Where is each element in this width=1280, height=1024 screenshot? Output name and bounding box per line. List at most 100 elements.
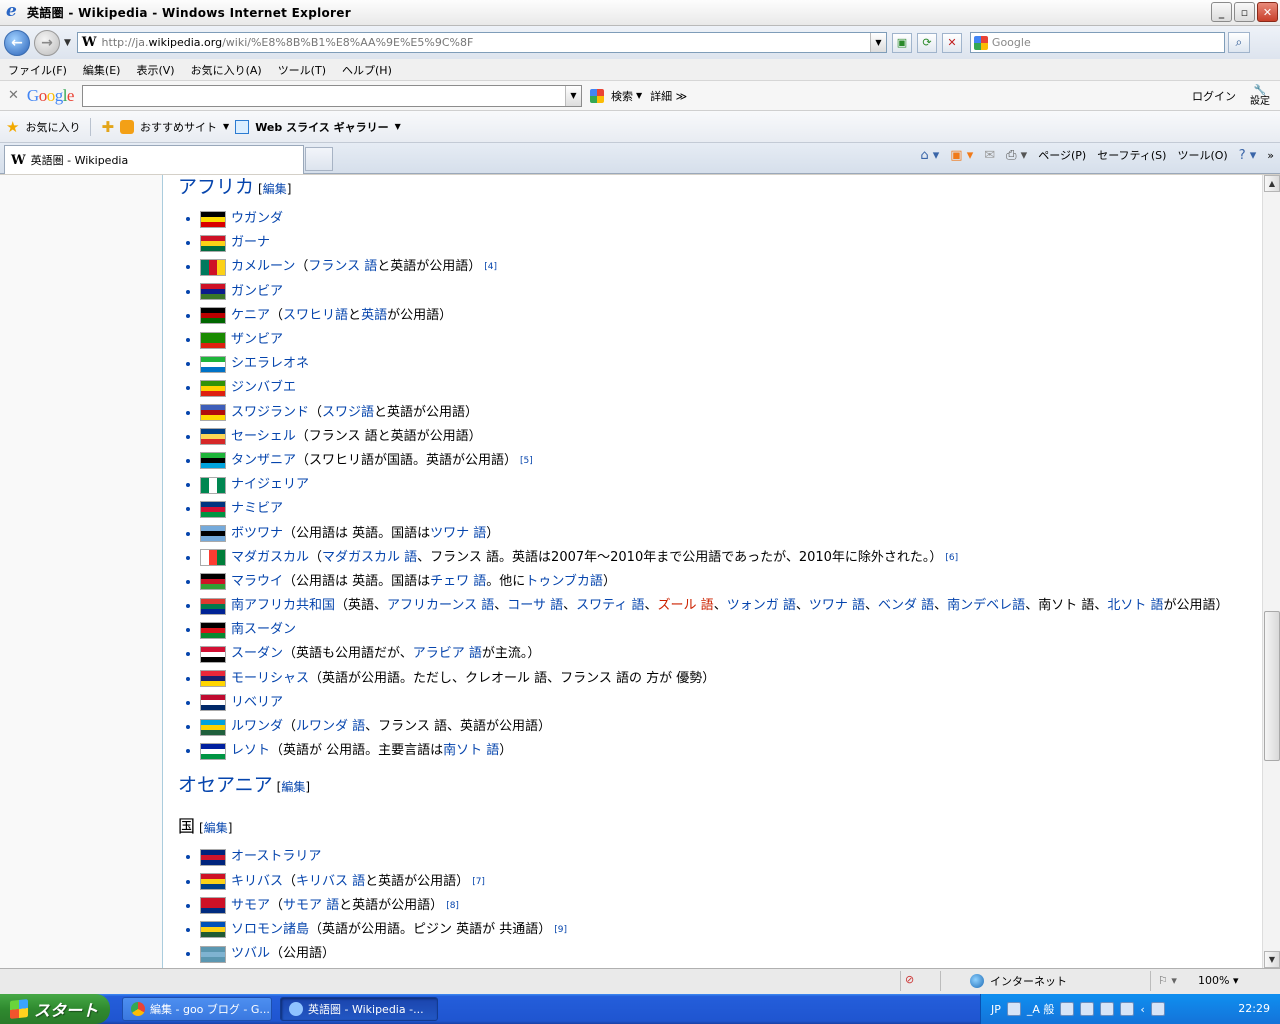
ime-indicator[interactable]: _A 般 — [1027, 1001, 1055, 1017]
language-link[interactable]: 北ソト 語 — [1107, 598, 1163, 614]
refresh-icon[interactable]: ⟳ — [916, 32, 937, 53]
country-link[interactable]: カメルーン — [231, 259, 295, 275]
new-tab-button[interactable] — [305, 147, 333, 171]
google-search-dropdown[interactable]: ▼ — [564, 85, 581, 106]
minimize-button[interactable]: _ — [1211, 2, 1232, 22]
tray-icon[interactable] — [1080, 1002, 1095, 1016]
compatibility-view-icon[interactable]: ▣ — [891, 32, 912, 53]
country-link[interactable]: レソト — [231, 743, 270, 759]
start-button[interactable]: スタート — [0, 994, 110, 1024]
more-button[interactable]: 詳細 ≫ — [650, 88, 687, 104]
zoom-level[interactable]: 100% ▾ — [1198, 974, 1238, 987]
language-link[interactable]: ツワナ 語 — [430, 526, 486, 542]
search-input[interactable]: Google — [969, 32, 1225, 53]
edit-link[interactable]: [編集] — [258, 182, 291, 196]
language-link[interactable]: ツワナ 語 — [809, 598, 865, 614]
popup-blocker-icon[interactable]: ⚐ ▾ — [1158, 974, 1177, 987]
country-link[interactable]: ケニア — [231, 308, 270, 324]
country-link[interactable]: マダガスカル — [231, 550, 309, 566]
close-button[interactable]: ✕ — [1257, 2, 1278, 22]
language-link[interactable]: トゥンブカ語 — [525, 574, 603, 590]
tab-wikipedia[interactable]: W 英語圏 - Wikipedia — [4, 145, 304, 174]
citation-link[interactable]: [4] — [484, 259, 497, 275]
favorites-button[interactable]: お気に入り — [25, 119, 80, 135]
menu-file[interactable]: ファイル(F) — [8, 62, 67, 78]
language-link[interactable]: 英語 — [361, 308, 387, 324]
keyboard-icon[interactable] — [1006, 1002, 1021, 1016]
language-link[interactable]: キリバス 語 — [296, 874, 365, 890]
country-link[interactable]: シエラレオネ — [231, 356, 309, 372]
taskbar-item-goo-blog[interactable]: 編集 - goo ブログ - G... — [122, 997, 272, 1021]
help-icon[interactable]: ? ▾ — [1239, 148, 1257, 163]
country-link[interactable]: ガーナ — [231, 235, 270, 251]
menu-favorites[interactable]: お気に入り(A) — [191, 62, 262, 78]
language-link[interactable]: スワジ語 — [322, 405, 374, 421]
language-link[interactable]: ズール 語 — [658, 598, 714, 614]
language-link[interactable]: 南ンデベレ語 — [947, 598, 1025, 614]
country-link[interactable]: 南スーダン — [231, 622, 296, 638]
country-link[interactable]: リベリア — [231, 695, 283, 711]
mail-icon[interactable]: ✉ — [984, 148, 995, 163]
country-link[interactable]: 南アフリカ共和国 — [231, 598, 335, 614]
language-link[interactable]: フランス 語 — [308, 259, 377, 275]
maximize-button[interactable]: ▫ — [1234, 2, 1255, 22]
google-search-input[interactable]: ▼ — [81, 84, 582, 107]
google-search-button[interactable]: 検索 ▼ — [589, 88, 642, 104]
print-icon[interactable]: ⎙ ▾ — [1006, 148, 1027, 163]
suggested-sites-link[interactable]: おすすめサイト — [140, 119, 217, 135]
tray-expand-icon[interactable]: ‹ — [1140, 1003, 1144, 1016]
citation-link[interactable]: [8] — [446, 898, 459, 914]
country-link[interactable]: ルワンダ — [231, 719, 283, 735]
recent-pages-dropdown[interactable]: ▼ — [64, 38, 71, 48]
url-field[interactable]: W http://ja.wikipedia.org/wiki/%E8%8B%B1… — [76, 32, 887, 53]
settings-button[interactable]: 🔧 設定 — [1250, 85, 1270, 107]
scroll-thumb[interactable] — [1264, 611, 1280, 761]
add-favorite-icon[interactable]: ✚ — [101, 118, 114, 136]
country-link[interactable]: ナミビア — [231, 501, 283, 517]
country-link[interactable]: マラウイ — [231, 574, 283, 590]
country-link[interactable]: サモア — [231, 898, 270, 914]
language-link[interactable]: ルワンダ 語 — [296, 719, 365, 735]
citation-link[interactable]: [9] — [554, 922, 567, 938]
edit-link[interactable]: [編集] — [199, 821, 232, 835]
citation-link[interactable]: [7] — [472, 874, 485, 890]
url-dropdown-button[interactable]: ▼ — [869, 33, 886, 52]
language-link[interactable]: ツォンガ 語 — [727, 598, 796, 614]
stop-icon[interactable]: ✕ — [941, 32, 962, 53]
tray-icon[interactable] — [1100, 1002, 1115, 1016]
edit-link[interactable]: [編集] — [277, 780, 310, 794]
country-link[interactable]: ツバル — [231, 946, 270, 962]
country-link[interactable]: ザンビア — [231, 332, 283, 348]
language-link[interactable]: アフリカーンス 語 — [387, 598, 494, 614]
language-link[interactable]: スワヒリ語 — [283, 308, 348, 324]
menu-edit[interactable]: 編集(E) — [83, 62, 121, 78]
language-link[interactable]: スワティ 語 — [576, 598, 644, 614]
country-link[interactable]: ウガンダ — [231, 211, 283, 227]
home-icon[interactable]: ⌂ ▾ — [920, 148, 939, 163]
search-icon[interactable]: ⌕ — [1227, 32, 1250, 53]
country-link[interactable]: ナイジェリア — [231, 477, 309, 493]
menu-view[interactable]: 表示(V) — [136, 62, 174, 78]
country-link[interactable]: セーシェル — [231, 429, 296, 445]
scroll-up-button[interactable]: ▲ — [1264, 175, 1280, 192]
taskbar-item-wikipedia[interactable]: 英語圏 - Wikipedia -... — [280, 997, 438, 1021]
forward-button[interactable]: → — [34, 29, 60, 56]
network-icon[interactable] — [1150, 1002, 1165, 1016]
citation-link[interactable]: [5] — [520, 453, 533, 469]
language-link[interactable]: アラビア 語 — [413, 646, 482, 662]
chevron-right-icon[interactable]: » — [1267, 149, 1274, 162]
country-link[interactable]: ボツワナ — [231, 526, 283, 542]
back-button[interactable]: ← — [4, 29, 30, 56]
tools-menu[interactable]: ツール(O) — [1177, 147, 1227, 163]
menu-help[interactable]: ヘルプ(H) — [342, 62, 392, 78]
web-slice-gallery-link[interactable]: Web スライス ギャラリー — [255, 119, 388, 135]
citation-link[interactable]: [6] — [945, 550, 958, 566]
country-link[interactable]: キリバス — [231, 874, 283, 890]
country-link[interactable]: タンザニア — [231, 453, 296, 469]
language-link[interactable]: チェワ 語 — [430, 574, 486, 590]
login-link[interactable]: ログイン — [1192, 88, 1236, 104]
menu-tools[interactable]: ツール(T) — [278, 62, 326, 78]
vertical-scrollbar[interactable]: ▲ ▼ — [1262, 175, 1280, 968]
close-toolbar-icon[interactable]: ✕ — [8, 88, 19, 103]
safety-menu[interactable]: セーフティ(S) — [1097, 147, 1166, 163]
